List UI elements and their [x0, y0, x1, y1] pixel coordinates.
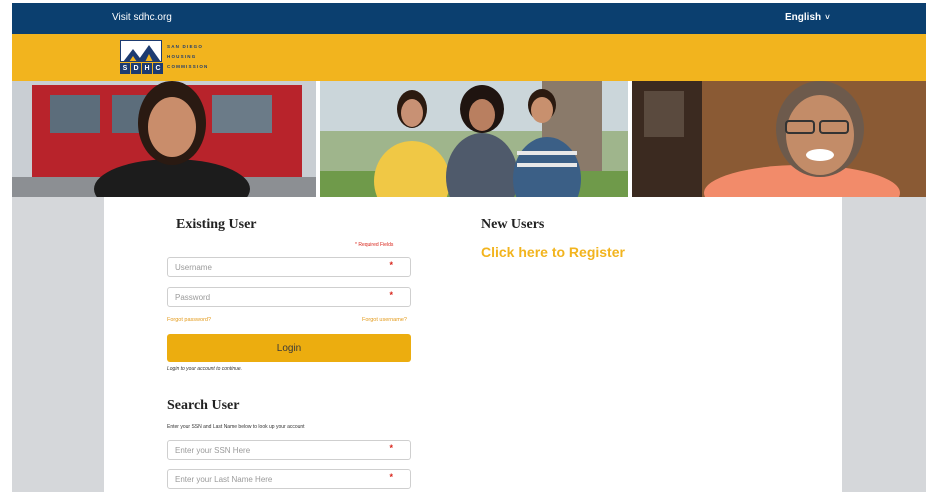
search-user-heading: Search User: [167, 398, 240, 413]
logo-word: HOUSING: [167, 54, 197, 59]
username-field[interactable]: *: [167, 257, 411, 277]
logo-letter: S: [120, 63, 130, 74]
login-hint: Login to your account to continue.: [167, 366, 243, 372]
last-name-field[interactable]: *: [167, 469, 411, 489]
sdhc-logo[interactable]: S D H C SAN DIEGO HOUSING COMMISSION: [120, 40, 220, 76]
logo-letter: C: [153, 63, 163, 74]
existing-user-heading: Existing User: [176, 217, 257, 232]
password-field[interactable]: *: [167, 287, 411, 307]
logo-letters: S D H C: [120, 63, 163, 74]
language-label: English: [785, 12, 822, 23]
hero-photo-family: [320, 81, 628, 197]
ssn-input[interactable]: [175, 444, 375, 457]
logo-letter: D: [131, 63, 141, 74]
login-button[interactable]: Login: [167, 334, 411, 362]
house-icon: [120, 40, 162, 62]
required-asterisk: *: [389, 443, 393, 453]
hero-photo-woman-trolley: [12, 81, 316, 197]
logo-letter: H: [142, 63, 152, 74]
required-asterisk: *: [389, 260, 393, 270]
register-link[interactable]: Click here to Register: [481, 244, 625, 260]
forgot-username-link[interactable]: Forgot username?: [362, 317, 407, 323]
ssn-field[interactable]: *: [167, 440, 411, 460]
password-input[interactable]: [175, 291, 375, 304]
top-bar: Visit sdhc.org English ˅: [12, 3, 926, 34]
required-asterisk: *: [389, 472, 393, 482]
language-selector[interactable]: English ˅: [785, 12, 830, 23]
required-asterisk: *: [389, 290, 393, 300]
brand-bar: S D H C SAN DIEGO HOUSING COMMISSION: [12, 34, 926, 81]
required-fields-note: * Required Fields: [355, 242, 394, 248]
search-user-hint: Enter your SSN and Last Name below to lo…: [167, 424, 305, 430]
forgot-password-link[interactable]: Forgot password?: [167, 317, 211, 323]
hero-photo-strip: [12, 81, 926, 197]
logo-word: SAN DIEGO: [167, 44, 204, 49]
visit-sdhc-link[interactable]: Visit sdhc.org: [112, 12, 172, 23]
logo-words: SAN DIEGO HOUSING COMMISSION: [167, 42, 209, 72]
new-users-heading: New Users: [481, 217, 545, 232]
logo-word: COMMISSION: [167, 64, 209, 69]
last-name-input[interactable]: [175, 473, 375, 486]
username-input[interactable]: [175, 261, 375, 274]
hero-photo-man: [632, 81, 926, 197]
chevron-down-icon: ˅: [825, 13, 830, 22]
